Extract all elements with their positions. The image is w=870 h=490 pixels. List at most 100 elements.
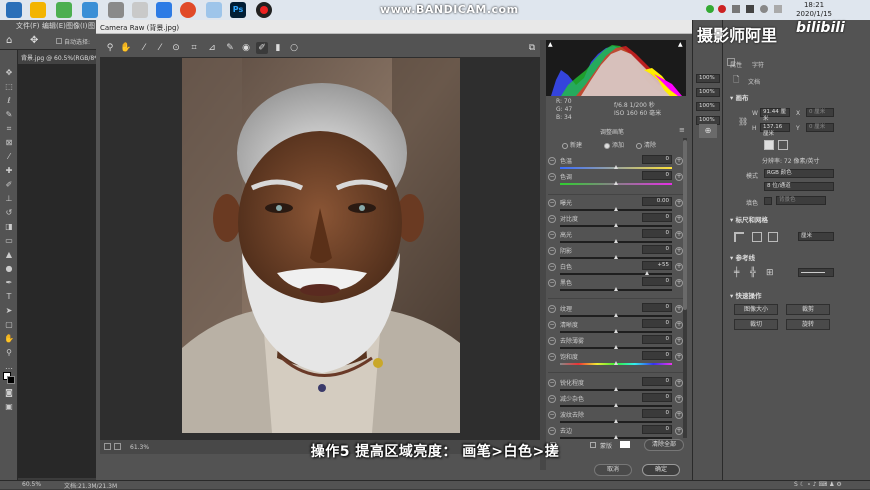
plus-icon[interactable]: + (675, 157, 683, 165)
fill-select[interactable]: 背景色 (776, 196, 826, 205)
slider-thumb[interactable] (614, 223, 618, 227)
clock[interactable]: 18:21 2020/1/15 (796, 1, 832, 19)
mode-add[interactable]: 添加 (604, 140, 624, 149)
slider-thumb[interactable] (614, 255, 618, 259)
shadow-clip-icon[interactable]: ▲ (548, 41, 553, 48)
mode-clear[interactable]: 清除 (636, 140, 656, 149)
radio-clear[interactable] (636, 142, 642, 149)
slider-value-field[interactable]: 0 (642, 377, 672, 386)
guides-section[interactable]: ▾ 参考线 (730, 252, 755, 262)
menu-image[interactable]: 图像(I) (66, 21, 88, 31)
background-color-swatch[interactable] (7, 376, 15, 384)
plus-icon[interactable]: + (675, 395, 683, 403)
dodge-icon[interactable]: ● (3, 264, 15, 274)
mode-select[interactable]: RGB 颜色 (764, 169, 834, 178)
rulers-section[interactable]: ▾ 标尺和网格 (730, 214, 768, 224)
portrait-photo[interactable] (182, 58, 460, 433)
frame-icon[interactable]: ⊠ (3, 138, 15, 148)
zoom-icon[interactable]: ⚲ (3, 348, 15, 358)
depth-select[interactable]: 8 位/通道 (764, 182, 834, 191)
auto-select-checkbox[interactable] (56, 38, 62, 44)
radio-new[interactable] (562, 142, 568, 149)
minus-icon[interactable]: − (548, 337, 556, 345)
type-icon[interactable]: T (3, 292, 15, 302)
tray-dot-icon[interactable]: ∘ (807, 481, 811, 488)
guide-layout-icon[interactable]: ⊞ (766, 268, 774, 278)
slider-thumb[interactable] (614, 361, 618, 365)
adjustment-brush-icon[interactable]: ✐ (256, 42, 268, 54)
tray-mic-icon[interactable]: ♪ (813, 481, 817, 488)
slider-thumb[interactable] (614, 287, 618, 291)
tray-settings-icon[interactable]: ⚙ (836, 481, 841, 488)
guide-add-icon[interactable]: ╬ (750, 268, 755, 278)
minus-icon[interactable]: − (548, 263, 556, 271)
home-icon[interactable]: ⌂ (6, 35, 12, 46)
x-field[interactable]: 0 厘米 (806, 108, 834, 117)
mail-icon[interactable] (82, 2, 98, 18)
grid-icon[interactable] (752, 232, 762, 242)
crop-tool-icon[interactable]: ⌗ (188, 42, 200, 54)
plus-icon[interactable]: + (675, 427, 683, 435)
y-field[interactable]: 0 厘米 (806, 123, 834, 132)
width-field[interactable]: 91.44 厘米 (760, 108, 790, 122)
app2-icon[interactable] (206, 2, 222, 18)
thin-field[interactable]: 100% (696, 102, 720, 111)
chrome-icon[interactable] (180, 2, 196, 18)
tray-keyboard-icon[interactable] (774, 5, 782, 13)
plus-icon[interactable]: + (675, 279, 683, 287)
slider-value-field[interactable]: 0 (642, 425, 672, 434)
slider-thumb[interactable] (614, 239, 618, 243)
height-field[interactable]: 137.16 厘米 (760, 123, 790, 137)
browser-icon[interactable] (156, 2, 172, 18)
slider-thumb[interactable] (614, 207, 618, 211)
bag-icon[interactable] (30, 2, 46, 18)
menu-file[interactable]: 文件(F) (16, 21, 40, 31)
screen-mode-icon[interactable]: ▣ (3, 402, 15, 412)
minus-icon[interactable]: − (548, 353, 556, 361)
rotate-button[interactable]: 旋转 (786, 319, 830, 330)
fullscreen-icon[interactable]: ⧉ (526, 42, 538, 54)
quick-select-icon[interactable]: ✎ (3, 110, 15, 120)
more-tools-icon[interactable]: … (3, 362, 15, 372)
minus-icon[interactable]: − (548, 395, 556, 403)
shape-icon[interactable]: ▢ (3, 320, 15, 330)
slider-value-field[interactable]: 0 (642, 155, 672, 164)
stamp-icon[interactable]: ⊥ (3, 194, 15, 204)
app-icon[interactable] (56, 2, 72, 18)
image-size-button[interactable]: 图像大小 (734, 304, 778, 315)
minus-icon[interactable]: − (548, 157, 556, 165)
radial-filter-icon[interactable]: ○ (288, 42, 300, 54)
minus-icon[interactable]: − (548, 321, 556, 329)
target-adjust-icon[interactable]: ⊙ (170, 42, 182, 54)
history-brush-icon[interactable]: ↺ (3, 208, 15, 218)
minus-icon[interactable]: − (548, 231, 556, 239)
healing-icon[interactable]: ✚ (3, 166, 15, 176)
plus-icon[interactable]: + (675, 173, 683, 181)
hand-tool-icon[interactable]: ✋ (120, 42, 132, 54)
panel-menu-icon[interactable]: ≡ (679, 126, 685, 134)
marquee-icon[interactable]: ⬚ (3, 82, 15, 92)
crop-button[interactable]: 裁剪 (786, 304, 830, 315)
slider-value-field[interactable]: 0 (642, 277, 672, 286)
minus-icon[interactable]: − (548, 427, 556, 435)
thin-field[interactable]: 100% (696, 74, 720, 83)
thin-field[interactable]: 100% (696, 88, 720, 97)
plus-icon[interactable]: + (675, 231, 683, 239)
slider-value-field[interactable]: 0 (642, 335, 672, 344)
lasso-icon[interactable]: ℓ (3, 96, 15, 106)
minus-icon[interactable]: − (548, 199, 556, 207)
plus-icon[interactable]: + (675, 247, 683, 255)
slider-value-field[interactable]: 0 (642, 319, 672, 328)
panel-scrollbar-thumb[interactable] (683, 140, 687, 310)
plus-icon[interactable]: + (675, 305, 683, 313)
slider-value-field[interactable]: 0 (642, 351, 672, 360)
slider-value-field[interactable]: 0.00 (642, 197, 672, 206)
plus-icon[interactable]: + (675, 337, 683, 345)
menu-layer[interactable]: 图 (88, 21, 95, 31)
slider-value-field[interactable]: 0 (642, 213, 672, 222)
gradient-icon[interactable]: ▭ (3, 236, 15, 246)
slider-thumb[interactable] (614, 165, 618, 169)
white-balance-icon[interactable]: ⁄ (138, 42, 150, 54)
plus-icon[interactable]: + (675, 215, 683, 223)
portrait-orientation-icon[interactable] (764, 140, 774, 150)
